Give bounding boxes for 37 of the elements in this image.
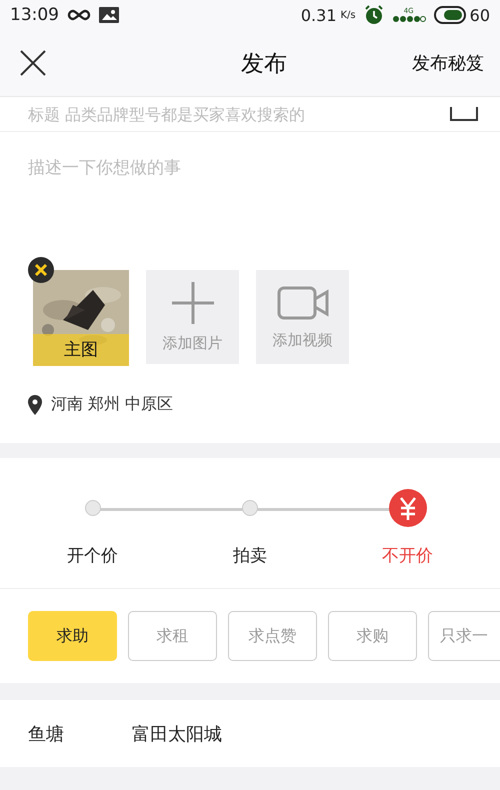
category-tag[interactable]: 求购 — [328, 611, 417, 661]
pond-name[interactable]: 富田太阳城 — [132, 722, 222, 746]
title-field[interactable]: 标题 品类品牌型号都是买家喜欢搜索的 — [0, 97, 500, 132]
slider-stop[interactable] — [242, 500, 258, 516]
price-mode-label[interactable]: 不开价 — [382, 544, 433, 567]
plus-icon — [172, 282, 214, 324]
price-mode-label[interactable]: 开个价 — [67, 544, 118, 567]
add-video-button[interactable]: 添加视频 — [256, 270, 349, 364]
alarm-icon — [364, 5, 384, 25]
main-photo-label: 主图 — [33, 334, 129, 366]
video-camera-icon — [276, 284, 328, 320]
clock-time: 13:09 — [10, 5, 59, 25]
battery-icon — [434, 6, 466, 24]
remove-icon[interactable] — [27, 256, 55, 284]
page-title: 发布 — [241, 50, 287, 78]
add-image-button[interactable]: 添加图片 — [146, 270, 239, 364]
category-tag[interactable]: 求点赞 — [228, 611, 317, 661]
location-text: 河南 郑州 中原区 — [51, 394, 174, 415]
description-field[interactable]: 描述一下你想做的事 — [0, 132, 500, 262]
box-icon — [450, 107, 478, 121]
infinity-icon — [67, 9, 91, 21]
signal-icon — [392, 15, 426, 23]
close-button[interactable] — [20, 50, 46, 76]
category-tag[interactable]: 求租 — [128, 611, 217, 661]
yuan-icon[interactable] — [388, 488, 428, 528]
slider-stop[interactable] — [84, 500, 100, 516]
close-icon — [20, 50, 46, 76]
location-pin-icon — [28, 394, 42, 414]
network-speed: 0.31 — [300, 6, 336, 24]
image-icon — [99, 7, 119, 23]
pond-label: 鱼塘 — [28, 722, 64, 746]
speed-unit: K/s — [340, 10, 356, 20]
tips-link[interactable]: 发布秘笈 — [412, 51, 484, 75]
price-mode-label[interactable]: 拍卖 — [233, 544, 267, 567]
battery-level: 60 — [470, 6, 490, 24]
category-tag[interactable]: 只求一 — [428, 611, 500, 661]
category-tag[interactable]: 求助 — [28, 611, 117, 661]
